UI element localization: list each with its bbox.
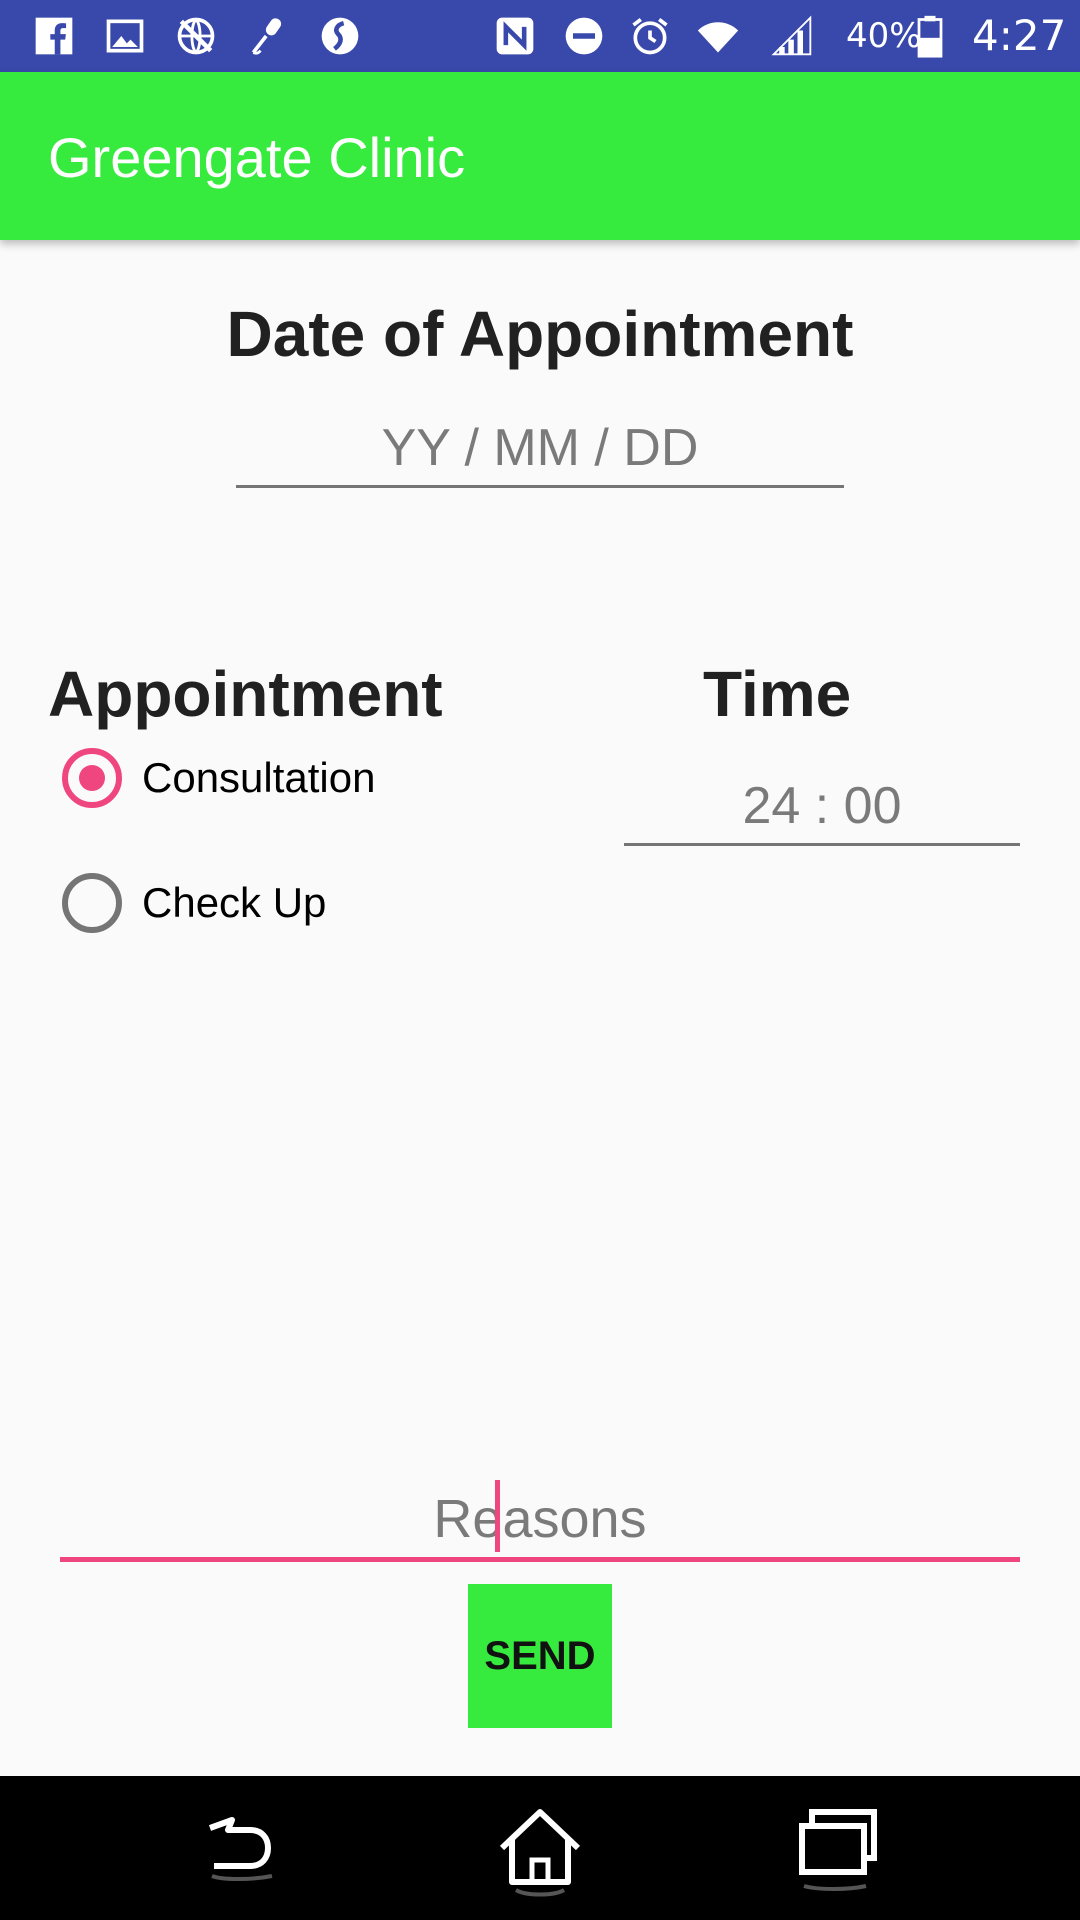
battery-percent: 40% (846, 16, 922, 56)
time-heading: Time (703, 658, 852, 730)
radio-checked-icon[interactable] (62, 748, 122, 808)
recents-icon[interactable] (790, 1800, 890, 1900)
app-title: Greengate Clinic (48, 126, 466, 189)
nfc-icon (493, 14, 537, 58)
status-bar: 40% 4:27 (0, 0, 1080, 72)
gallery-icon (103, 14, 147, 58)
microphone-icon (246, 14, 290, 58)
text-cursor (495, 1480, 500, 1552)
radio-label-check-up[interactable]: Check Up (142, 879, 326, 927)
home-icon[interactable] (490, 1800, 590, 1900)
back-icon[interactable] (192, 1800, 292, 1900)
battery-icon (916, 14, 944, 58)
date-heading: Date of Appointment (226, 298, 854, 370)
screen: 40% 4:27 Greengate Clinic Date of Appoin… (0, 0, 1080, 1920)
no-network-icon (174, 14, 218, 58)
radio-label-consultation[interactable]: Consultation (142, 754, 375, 802)
reasons-field[interactable] (60, 1480, 1020, 1562)
radio-unchecked-icon[interactable] (62, 873, 122, 933)
sync-icon (318, 14, 362, 58)
date-input[interactable] (236, 410, 844, 485)
appointment-heading: Appointment (48, 658, 443, 730)
do-not-disturb-icon (562, 14, 606, 58)
facebook-icon (32, 14, 76, 58)
app-bar: Greengate Clinic (0, 72, 1080, 240)
radio-check-up[interactable]: Check Up (62, 863, 326, 943)
navigation-bar (0, 1776, 1080, 1920)
wifi-icon (696, 14, 740, 58)
send-button[interactable]: SEND (468, 1584, 612, 1728)
time-field[interactable] (624, 768, 1020, 846)
clock: 4:27 (972, 11, 1067, 60)
radio-consultation[interactable]: Consultation (62, 738, 375, 818)
time-input[interactable] (624, 768, 1020, 843)
reasons-input[interactable] (60, 1480, 1020, 1557)
alarm-icon (628, 14, 672, 58)
signal-icon (770, 14, 814, 58)
date-field[interactable] (236, 410, 844, 488)
